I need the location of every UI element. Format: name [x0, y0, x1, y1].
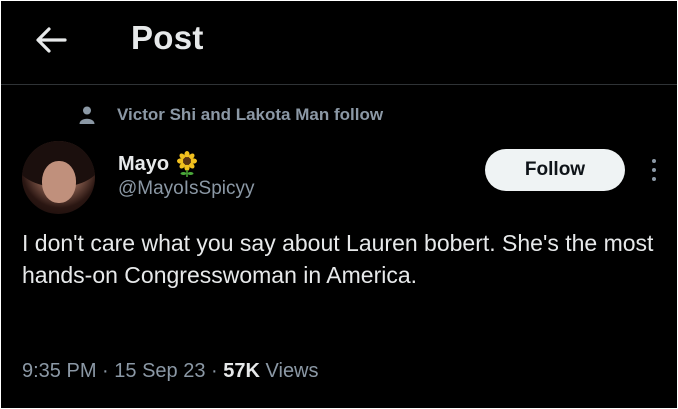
post-detail-screen: Post Victor Shi and Lakota Man follow Ma…: [1, 1, 677, 408]
social-context[interactable]: Victor Shi and Lakota Man follow: [79, 105, 383, 125]
more-vertical-icon: [652, 159, 656, 163]
meta-separator: ·: [96, 360, 115, 382]
post-time[interactable]: 9:35 PM: [22, 360, 96, 383]
back-button[interactable]: [31, 21, 71, 59]
author-handle[interactable]: @MayoIsSpicyy: [118, 178, 255, 200]
views-count: 57K: [223, 360, 260, 382]
arrow-left-icon: [36, 27, 67, 53]
author-display-name[interactable]: Mayo: [118, 153, 169, 176]
page-title: Post: [131, 19, 204, 56]
avatar-face: [42, 161, 76, 203]
meta-separator: ·: [205, 360, 224, 382]
top-bar: Post: [1, 1, 677, 85]
more-options-button[interactable]: [644, 155, 664, 185]
more-dot: [652, 168, 656, 172]
post-date[interactable]: 15 Sep 23: [114, 360, 205, 383]
views-label: Views: [265, 360, 319, 382]
avatar[interactable]: [22, 141, 95, 214]
follow-button[interactable]: Follow: [485, 149, 625, 191]
post-text: I don't care what you say about Lauren b…: [22, 230, 654, 288]
social-context-text: Victor Shi and Lakota Man follow: [117, 105, 384, 124]
more-dot: [652, 177, 656, 181]
post-meta: 9:35 PM · 15 Sep 23 · 57K Views: [22, 360, 319, 383]
person-icon: [79, 106, 95, 124]
sunflower-icon: [177, 151, 198, 177]
author-name-row: Mayo: [118, 151, 199, 177]
